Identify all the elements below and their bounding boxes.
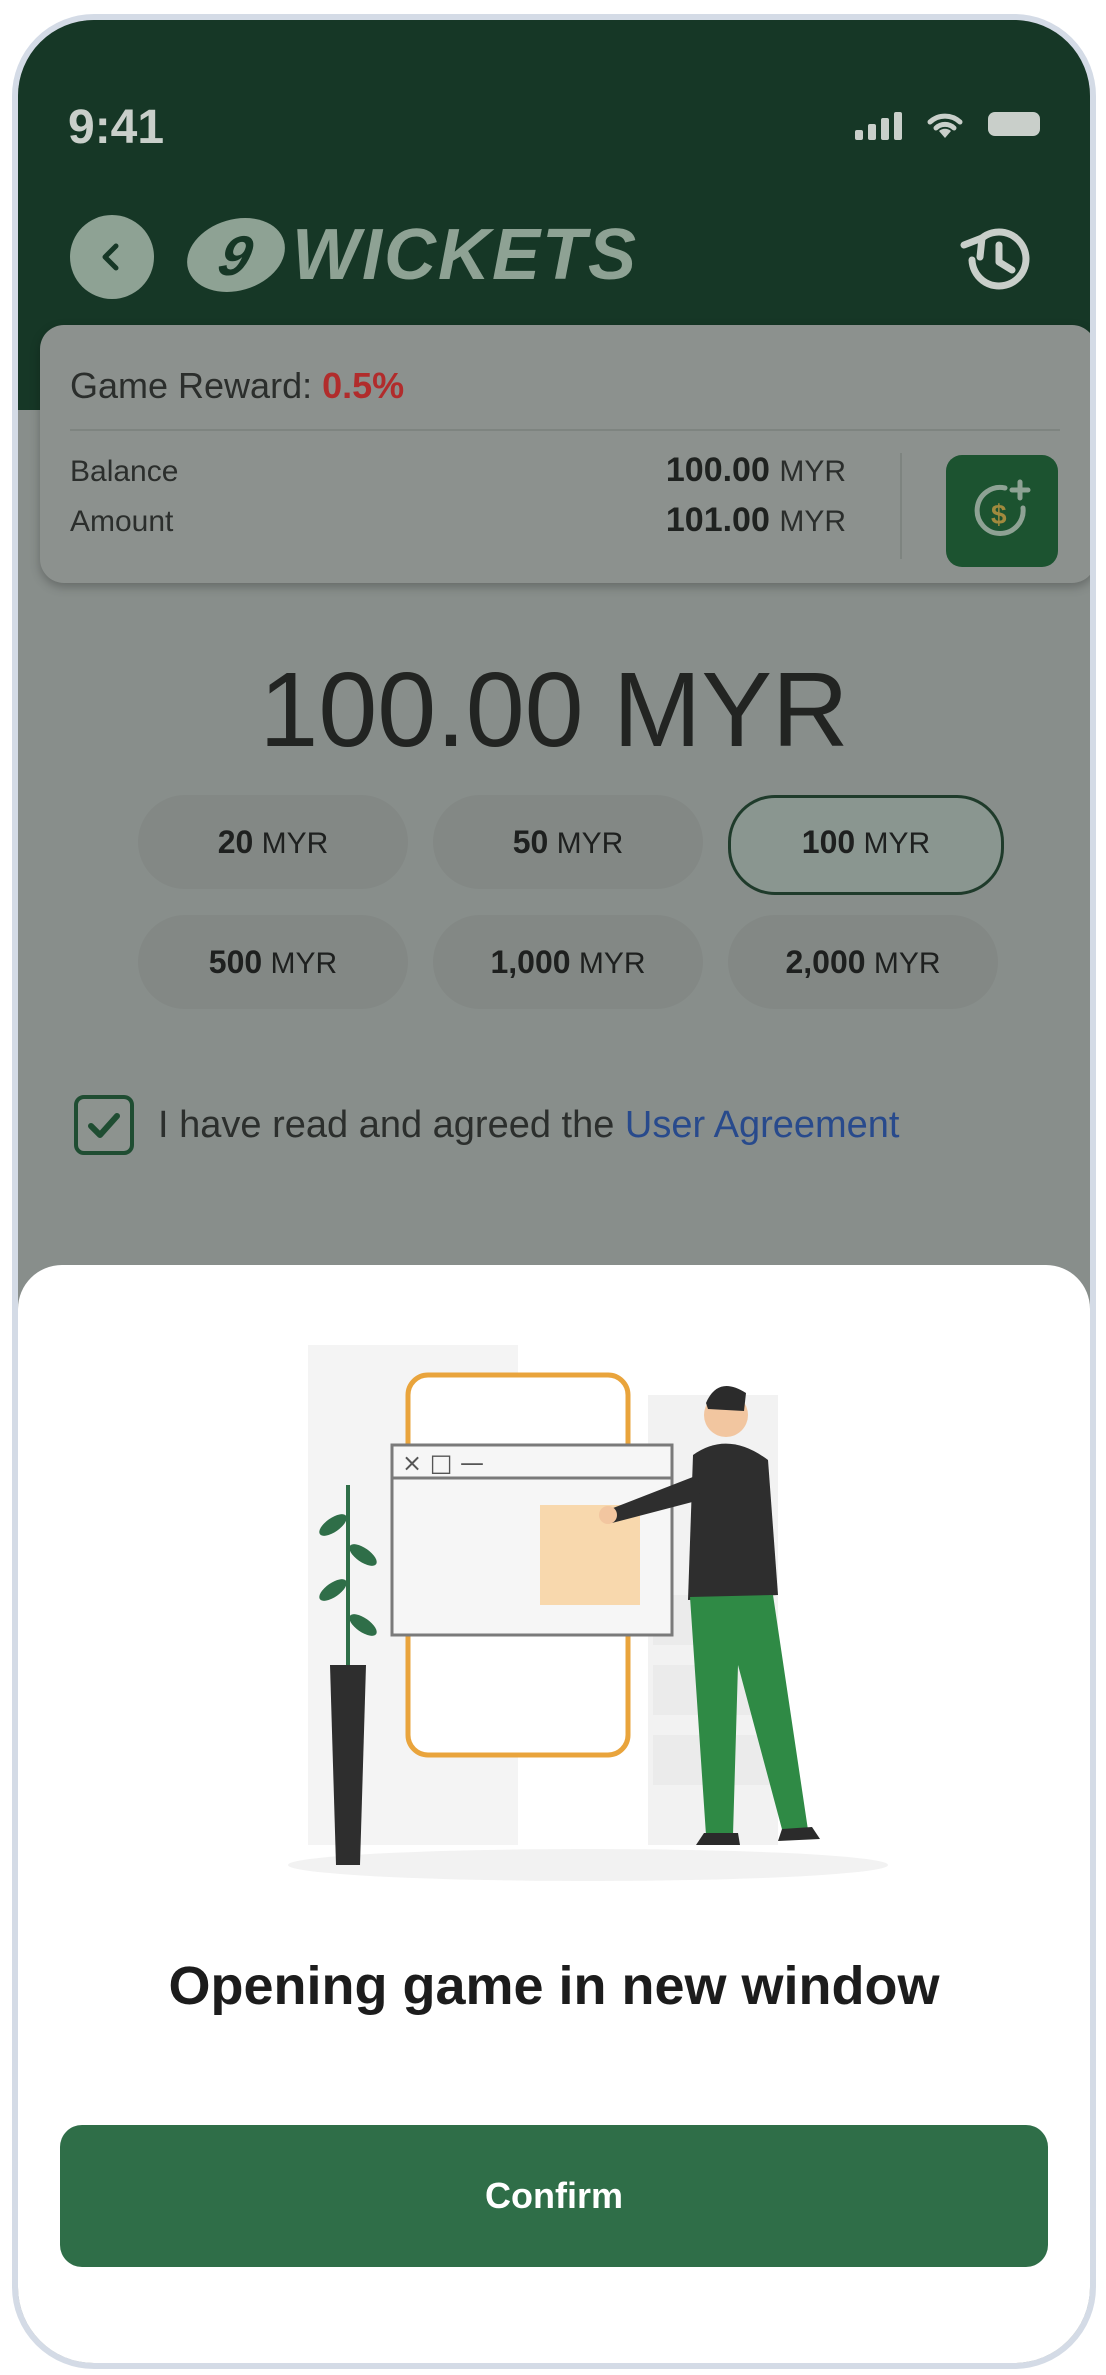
dollar-plus-icon: $ <box>974 479 1031 536</box>
history-icon <box>960 228 1030 290</box>
selected-amount: 100.00 MYR <box>259 651 849 769</box>
chip-currency: MYR <box>578 947 646 980</box>
deposit-button[interactable]: $ <box>946 455 1058 567</box>
game-reward: Game Reward: 0.5% <box>70 365 404 407</box>
amount-chip-20[interactable]: 20 MYR <box>138 795 408 889</box>
checkmark-icon <box>88 1113 120 1138</box>
amount-chip-50[interactable]: 50 MYR <box>433 795 703 889</box>
chip-value: 50 <box>512 824 549 860</box>
vertical-divider <box>900 453 902 559</box>
phone-frame: 9:41 9 WICKETS Game Reward: 0.5% Balance… <box>12 14 1096 2369</box>
svg-text:$: $ <box>991 499 1007 530</box>
amount-chip-500[interactable]: 500 MYR <box>138 915 408 1009</box>
status-icons <box>855 106 1040 140</box>
balance-number: 100.00 <box>665 451 770 489</box>
balance-label: Balance <box>70 455 179 488</box>
agreement-row: I have read and agreed the User Agreemen… <box>74 1095 900 1155</box>
chevron-left-icon <box>102 243 119 271</box>
amount-number: 101.00 <box>665 501 770 539</box>
amount-chip-1000[interactable]: 1,000 MYR <box>433 915 703 1009</box>
signal-icon <box>855 112 902 140</box>
amount-label: Amount <box>70 505 174 538</box>
agreement-checkbox[interactable] <box>74 1095 134 1155</box>
chip-currency: MYR <box>270 947 338 980</box>
status-time: 9:41 <box>68 101 165 154</box>
battery-icon <box>988 112 1040 136</box>
balance-value: 100.00 MYR <box>666 451 846 490</box>
logo-text: WICKETS <box>292 215 638 295</box>
logo-mark: 9 <box>178 218 294 292</box>
history-button[interactable] <box>952 215 1042 305</box>
balance-currency: MYR <box>779 455 846 488</box>
chip-value: 20 <box>217 824 254 860</box>
chip-value: 100 <box>801 824 856 860</box>
user-agreement-link[interactable]: User Agreement <box>625 1104 900 1146</box>
confirm-button[interactable]: Confirm <box>60 2125 1048 2267</box>
chip-currency: MYR <box>556 827 624 860</box>
agreement-text: I have read and agreed the User Agreemen… <box>158 1104 900 1147</box>
chip-value: 2,000 <box>785 944 866 980</box>
back-button[interactable] <box>70 215 154 299</box>
agreement-label: I have read and agreed the <box>158 1103 625 1146</box>
window-controls: × □ — <box>402 1449 484 1477</box>
app-logo: 9 WICKETS <box>178 210 638 300</box>
sheet-title: Opening game in new window <box>168 1956 940 2016</box>
amount-chip-2000[interactable]: 2,000 MYR <box>728 915 998 1009</box>
chip-value: 1,000 <box>490 944 571 980</box>
amount-chip-100[interactable]: 100 MYR <box>728 795 1004 895</box>
chip-currency: MYR <box>863 827 931 860</box>
chip-currency: MYR <box>261 827 329 860</box>
game-reward-percent: 0.5% <box>322 365 405 406</box>
bottom-sheet: × □ — Opening game in new window Confirm <box>18 1265 1090 2363</box>
reward-card: Game Reward: 0.5% Balance 100.00 MYR Amo… <box>40 325 1090 583</box>
wifi-icon <box>927 113 963 138</box>
person-window-illustration: × □ — <box>288 1345 888 1881</box>
game-reward-label: Game Reward: <box>70 365 323 406</box>
amount-currency: MYR <box>779 505 846 538</box>
amount-value: 101.00 MYR <box>666 501 846 540</box>
chip-value: 500 <box>208 944 263 980</box>
chip-currency: MYR <box>873 947 941 980</box>
reward-divider <box>70 429 1060 431</box>
